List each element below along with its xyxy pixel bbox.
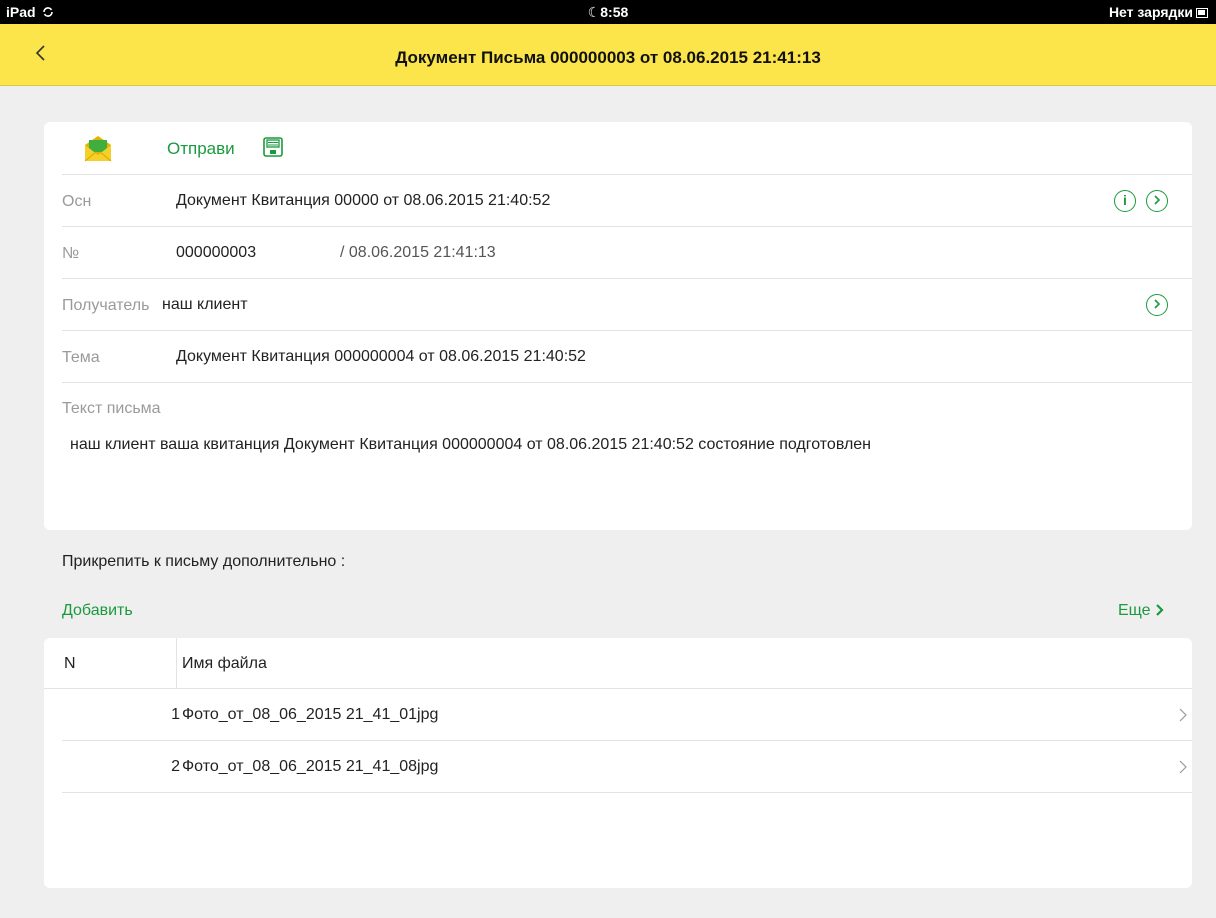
save-icon[interactable] — [262, 136, 284, 158]
battery-icon — [1196, 8, 1208, 18]
open-arrow-icon — [1154, 299, 1161, 309]
recipient-value[interactable]: наш клиент — [162, 296, 248, 314]
recipient-label: Получатель — [62, 297, 150, 314]
column-header-file[interactable]: Имя файла — [182, 655, 267, 673]
number-value[interactable]: 000000003 — [176, 244, 256, 262]
basis-row: Осн Документ Квитанция 00000 от 08.06.20… — [62, 174, 1192, 226]
status-right: Нет зарядки — [1109, 4, 1208, 20]
document-form-card: Отправи Осн Документ Квитанция 00000 от … — [44, 122, 1192, 530]
recipient-open-icon[interactable] — [1146, 294, 1168, 316]
page-title: Документ Письма 000000003 от 08.06.2015 … — [395, 48, 821, 67]
navigation-bar: Документ Письма 000000003 от 08.06.2015 … — [0, 24, 1216, 86]
table-row[interactable]: 2 Фото_от_08_06_2015 21_41_08jpg — [62, 741, 1192, 793]
basis-value[interactable]: Документ Квитанция 00000 от 08.06.2015 2… — [176, 192, 550, 210]
number-label: № — [62, 245, 80, 262]
recipient-row: Получатель наш клиент — [62, 278, 1192, 330]
time-label: 8:58 — [600, 4, 629, 20]
add-attachment-button[interactable]: Добавить — [62, 602, 133, 620]
body-label: Текст письма — [62, 400, 161, 417]
subject-value[interactable]: Документ Квитанция 000000004 от 08.06.20… — [176, 348, 586, 366]
battery-label: Нет зарядки — [1108, 4, 1193, 20]
basis-label: Осн — [62, 193, 92, 210]
body-text[interactable]: наш клиент ваша квитанция Документ Квита… — [70, 436, 1170, 454]
chevron-right-icon — [1156, 604, 1164, 616]
status-bar: iPad ☾8:58 Нет зарядки — [0, 0, 1216, 24]
form-toolbar: Отправи — [44, 122, 1192, 174]
info-icon[interactable]: i — [1114, 190, 1136, 212]
chevron-right-icon — [1179, 760, 1187, 774]
file-name: Фото_от_08_06_2015 21_41_08jpg — [182, 758, 439, 775]
number-row: № 000000003 / 08.06.2015 21:41:13 — [62, 226, 1192, 278]
send-button[interactable]: Отправи — [167, 139, 235, 159]
row-number: 2 — [171, 758, 180, 775]
body-row — [62, 382, 1192, 530]
row-number: 1 — [171, 706, 180, 723]
chevron-right-icon — [1179, 708, 1187, 722]
envelope-icon[interactable] — [82, 134, 114, 164]
basis-open-icon[interactable] — [1146, 190, 1168, 212]
open-arrow-icon — [1154, 195, 1161, 205]
status-time: ☾8:58 — [0, 4, 1216, 21]
subject-label: Тема — [62, 349, 100, 366]
file-name: Фото_от_08_06_2015 21_41_01jpg — [182, 706, 439, 723]
table-header: N Имя файла — [44, 638, 1192, 689]
subject-row: Тема Документ Квитанция 000000004 от 08.… — [62, 330, 1192, 382]
column-divider — [176, 638, 177, 688]
more-label: Еще — [1118, 602, 1151, 619]
attachments-label: Прикрепить к письму дополнительно : — [62, 553, 346, 570]
document-date[interactable]: / 08.06.2015 21:41:13 — [340, 244, 496, 262]
moon-icon: ☾ — [587, 4, 601, 20]
more-button[interactable]: Еще — [1118, 602, 1165, 620]
table-row[interactable]: 1 Фото_от_08_06_2015 21_41_01jpg — [62, 689, 1192, 741]
column-header-n[interactable]: N — [64, 655, 76, 673]
attachments-table: N Имя файла 1 Фото_от_08_06_2015 21_41_0… — [44, 638, 1192, 888]
